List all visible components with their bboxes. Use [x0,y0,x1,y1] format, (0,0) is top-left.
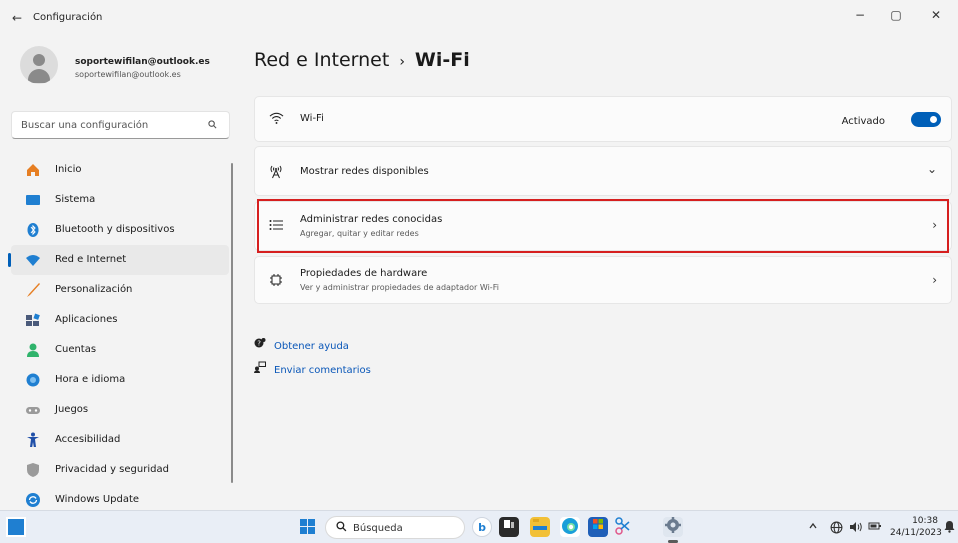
breadcrumb-parent[interactable]: Red e Internet [254,49,389,71]
sidebar-item-personalizacion[interactable]: Personalización [11,275,229,305]
home-icon [25,162,41,178]
user-name: soportewifilan@outlook.es [75,57,210,67]
avatar [20,46,58,84]
search-icon [336,521,347,535]
help-link-label: Obtener ayuda [274,341,349,352]
edge-icon[interactable] [560,517,580,537]
chevron-down-icon: ⌄ [926,162,937,176]
hardware-properties-card[interactable]: Propiedades de hardware Ver y administra… [254,256,952,304]
sidebar-item-label: Privacidad y seguridad [55,464,169,475]
app-title: Configuración [33,12,103,23]
system-icon [25,192,41,208]
sidebar-scrollbar[interactable] [231,163,233,483]
help-icon: ? [254,337,274,352]
settings-app-icon[interactable] [663,517,683,537]
chevron-right-icon: › [932,273,937,287]
sidebar-item-label: Aplicaciones [55,314,118,325]
taskbar-search[interactable]: Búsqueda [325,516,465,539]
time-language-icon [25,372,41,388]
wifi-title: Wi-Fi [300,113,324,124]
sidebar-item-bluetooth[interactable]: Bluetooth y dispositivos [11,215,229,245]
battery-icon[interactable] [868,521,882,534]
close-button[interactable]: ✕ [925,8,947,26]
feedback-link[interactable]: Enviar comentarios [254,361,371,376]
sidebar-item-label: Cuentas [55,344,97,355]
sidebar-item-sistema[interactable]: Sistema [11,185,229,215]
wifi-toggle[interactable] [911,112,941,127]
sidebar-item-privacidad[interactable]: Privacidad y seguridad [11,455,229,485]
sidebar-item-aplicaciones[interactable]: Aplicaciones [11,305,229,335]
feedback-link-label: Enviar comentarios [274,365,371,376]
available-networks-title: Mostrar redes disponibles [300,166,429,177]
sidebar-item-label: Red e Internet [55,254,127,265]
sidebar-item-inicio[interactable]: Inicio [11,155,229,185]
restore-button[interactable]: ▢ [885,8,907,26]
sidebar-nav: Inicio Sistema Bluetooth y dispositivos … [0,155,232,515]
breadcrumb-separator: › [399,54,405,70]
breadcrumb-current: Wi-Fi [414,49,470,71]
taskbar-search-label: Búsqueda [353,523,403,534]
bing-icon[interactable]: b [472,517,492,537]
user-email: soportewifilan@outlook.es [75,70,181,79]
sidebar-item-label: Juegos [55,404,89,415]
sidebar-item-label: Windows Update [55,494,140,505]
taskbar: Búsqueda b 10:38 24/11/2023 [0,510,958,543]
search-placeholder: Buscar una configuración [21,120,149,131]
network-globe-icon[interactable] [830,521,843,537]
snipping-tool-icon[interactable] [613,517,633,537]
notification-icon[interactable] [944,520,955,536]
page-title: Red e Internet › Wi-Fi [254,49,470,71]
sidebar-item-label: Inicio [55,164,82,175]
sidebar-item-label: Accesibilidad [55,434,121,445]
chip-icon [269,273,283,291]
sidebar-item-label: Personalización [55,284,133,295]
wifi-toggle-card: Wi-Fi Activado [254,96,952,142]
highlight-box [257,199,949,253]
sidebar-item-label: Hora e idioma [55,374,126,385]
search-input[interactable]: Buscar una configuración [11,111,230,139]
wifi-icon [25,252,41,268]
svg-text:?: ? [257,340,261,348]
sidebar-item-label: Sistema [55,194,96,205]
gamepad-icon [25,402,41,418]
wifi-icon [269,111,284,129]
sidebar-item-red-internet[interactable]: Red e Internet [8,245,229,275]
available-networks-card[interactable]: Mostrar redes disponibles ⌄ [254,146,952,196]
title-bar: ← Configuración − ▢ ✕ [0,0,958,34]
wifi-state-label: Activado [841,116,885,127]
update-icon [25,492,41,508]
sidebar-item-label: Bluetooth y dispositivos [55,224,175,235]
settings-window: ← Configuración − ▢ ✕ soportewifilan@out… [0,0,958,510]
apps-icon [25,312,41,328]
sidebar-item-hora-idioma[interactable]: Hora e idioma [11,365,229,395]
store-icon[interactable] [588,517,608,537]
help-link[interactable]: ? Obtener ayuda [254,337,349,352]
sidebar-item-juegos[interactable]: Juegos [11,395,229,425]
widgets-icon[interactable] [6,517,26,537]
sidebar-item-cuentas[interactable]: Cuentas [11,335,229,365]
hardware-properties-subtitle: Ver y administrar propiedades de adaptad… [300,283,499,292]
back-button[interactable]: ← [12,11,22,25]
account-icon [25,342,41,358]
search-icon [208,120,217,132]
minimize-button[interactable]: − [849,8,871,26]
chevron-up-icon[interactable] [808,521,818,534]
antenna-icon [269,163,283,183]
clock[interactable]: 10:38 24/11/2023 [890,515,942,539]
brush-icon [25,282,41,298]
selection-indicator [8,253,11,267]
hardware-properties-title: Propiedades de hardware [300,268,428,279]
sidebar-item-accesibilidad[interactable]: Accesibilidad [11,425,229,455]
file-explorer-icon[interactable] [530,517,550,537]
clock-time: 10:38 [912,516,938,526]
accessibility-icon [25,432,41,448]
feedback-icon [254,361,274,376]
clock-date: 24/11/2023 [890,528,942,538]
bluetooth-icon [25,222,41,238]
shield-icon [25,462,41,478]
task-view-icon[interactable] [499,517,519,537]
volume-icon[interactable] [849,521,863,536]
start-button[interactable] [300,519,316,535]
